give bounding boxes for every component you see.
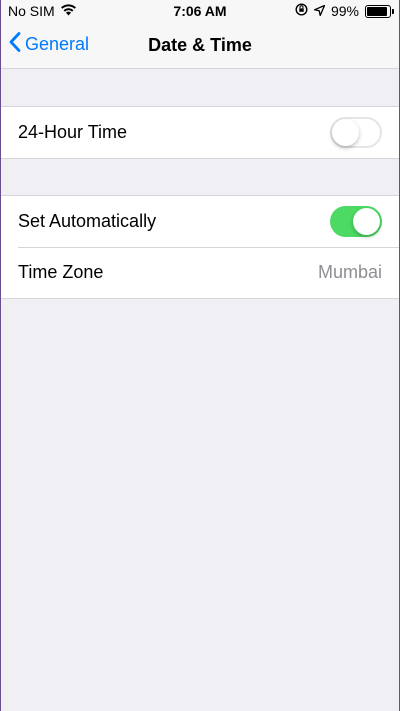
top-bar: No SIM 7:06 AM 99% General Date & Time <box>1 0 399 69</box>
toggle-knob <box>332 119 359 146</box>
battery-fill <box>367 6 387 16</box>
location-arrow-icon <box>313 3 326 19</box>
status-right: 99% <box>295 3 394 19</box>
group-date-time: Set Automatically Time Zone Mumbai <box>1 195 399 299</box>
battery-percent: 99% <box>330 3 359 19</box>
time-zone-value: Mumbai <box>317 262 382 282</box>
row-label-time-zone: Time Zone <box>18 262 104 282</box>
page-title: Date & Time <box>148 35 252 55</box>
row-label-24-hour: 24-Hour Time <box>18 122 128 142</box>
battery-nub <box>392 8 394 14</box>
toggle-knob <box>353 208 380 235</box>
status-bar: No SIM 7:06 AM 99% <box>1 0 399 22</box>
toggle-set-automatically[interactable] <box>330 206 382 237</box>
row-set-automatically: Set Automatically <box>1 196 399 247</box>
row-24-hour-time: 24-Hour Time <box>1 107 399 158</box>
battery-icon <box>365 4 394 18</box>
group-time-format: 24-Hour Time <box>1 106 399 159</box>
navigation-bar: General Date & Time <box>1 22 399 68</box>
row-label-set-automatically: Set Automatically <box>18 211 157 231</box>
row-time-zone[interactable]: Time Zone Mumbai <box>1 247 399 298</box>
orientation-lock-icon <box>295 3 308 19</box>
toggle-24-hour-time[interactable] <box>330 117 382 148</box>
